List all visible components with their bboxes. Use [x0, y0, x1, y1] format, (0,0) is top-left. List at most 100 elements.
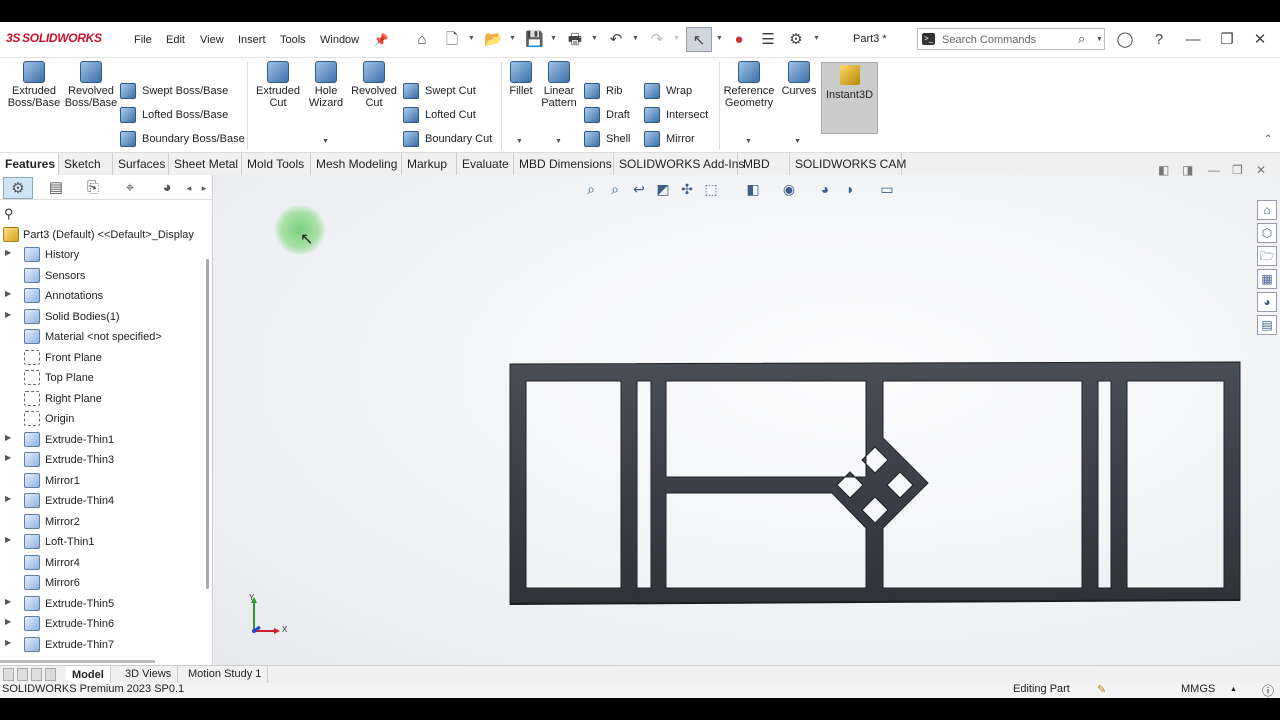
new-document-icon[interactable]: 🗋: [443, 31, 461, 49]
options-dropdown-icon[interactable]: ▼: [813, 35, 820, 42]
undo-dropdown-icon[interactable]: ▼: [632, 35, 639, 42]
zoom-to-area-icon[interactable]: ⌕: [606, 180, 624, 198]
print-icon[interactable]: 🖶: [566, 31, 584, 49]
first-tab-icon[interactable]: [3, 668, 14, 681]
configuration-manager-tab-icon[interactable]: ⎘: [78, 177, 108, 199]
tree-item[interactable]: Sensors: [0, 266, 205, 286]
tree-item[interactable]: Mirror4: [0, 553, 205, 573]
linear-pattern-dropdown-icon[interactable]: ▼: [555, 138, 562, 145]
tab-3d-views[interactable]: 3D Views: [119, 666, 179, 684]
expand-arrow-icon[interactable]: ▶: [5, 597, 11, 606]
dimxpert-tab-icon[interactable]: ⌖: [115, 177, 145, 199]
boundary-cut-button[interactable]: Boundary Cut: [403, 131, 492, 147]
boundary-boss-button[interactable]: Boundary Boss/Base: [120, 131, 245, 147]
previous-view-icon[interactable]: ↩: [630, 180, 648, 198]
expand-arrow-icon[interactable]: ▶: [5, 248, 11, 257]
display-style-icon[interactable]: ◧: [744, 180, 762, 198]
tree-item[interactable]: Front Plane: [0, 348, 205, 368]
tree-item[interactable]: Top Plane: [0, 368, 205, 388]
minimize-icon[interactable]: —: [1184, 31, 1202, 49]
expand-arrow-icon[interactable]: ▶: [5, 535, 11, 544]
menu-file[interactable]: File: [134, 34, 152, 46]
tab-sheet-metal[interactable]: Sheet Metal: [169, 153, 242, 175]
extruded-boss-button[interactable]: Extruded Boss/Base: [6, 61, 62, 109]
print-dropdown-icon[interactable]: ▼: [591, 35, 598, 42]
tab-scroll-right-icon[interactable]: ▸: [199, 177, 209, 199]
shell-button[interactable]: Shell: [584, 131, 630, 147]
feature-tree-tab-icon[interactable]: ⚙: [3, 177, 33, 199]
restore-icon[interactable]: ❐: [1218, 31, 1236, 49]
tree-item[interactable]: ▶ Extrude-Thin1: [0, 430, 205, 450]
menu-view[interactable]: View: [200, 34, 224, 46]
status-info-icon[interactable]: ⓘ: [1262, 682, 1274, 698]
tree-item[interactable]: ▶ Extrude-Thin3: [0, 450, 205, 470]
swept-boss-button[interactable]: Swept Boss/Base: [120, 83, 228, 99]
next-tab-icon[interactable]: [31, 668, 42, 681]
instant3d-button[interactable]: Instant3D: [821, 62, 878, 134]
lofted-boss-button[interactable]: Lofted Boss/Base: [120, 107, 228, 123]
edit-appearance-icon[interactable]: ◕: [816, 180, 834, 198]
tab-solidworks-cam[interactable]: SOLIDWORKS CAM: [790, 153, 906, 175]
dynamic-annotation-icon[interactable]: ✣: [678, 180, 696, 198]
tree-item[interactable]: ▶ Annotations: [0, 286, 205, 306]
units-dropdown-icon[interactable]: ▲: [1230, 686, 1237, 693]
file-explorer-icon[interactable]: 🗁: [1257, 246, 1277, 266]
tab-mbd[interactable]: MBD: [738, 153, 790, 175]
menu-insert[interactable]: Insert: [238, 34, 266, 46]
new-dropdown-icon[interactable]: ▼: [468, 35, 475, 42]
apply-scene-icon[interactable]: ◑: [840, 180, 858, 198]
file-properties-icon[interactable]: ☰: [759, 31, 777, 49]
tab-sketch[interactable]: Sketch: [59, 153, 113, 175]
tree-root-part[interactable]: Part3 (Default) <<Default>_Display: [0, 225, 205, 245]
home-icon[interactable]: ⌂: [413, 31, 431, 49]
tab-mesh-modeling[interactable]: Mesh Modeling: [311, 153, 402, 175]
redo-icon[interactable]: ↷: [648, 31, 666, 49]
viewport-restore-icon[interactable]: ❐: [1232, 163, 1243, 177]
reference-geometry-button[interactable]: Reference Geometry: [722, 61, 776, 109]
property-manager-tab-icon[interactable]: ▤: [41, 177, 71, 199]
hole-wizard-button[interactable]: Hole Wizard: [304, 61, 348, 109]
save-dropdown-icon[interactable]: ▼: [550, 35, 557, 42]
help-icon[interactable]: ?: [1150, 31, 1168, 49]
curves-button[interactable]: Curves: [780, 61, 818, 97]
tree-item[interactable]: ▶ Extrude-Thin4: [0, 491, 205, 511]
tree-item[interactable]: ▶ Extrude-Thin5: [0, 594, 205, 614]
tab-mbd-dimensions[interactable]: MBD Dimensions: [514, 153, 614, 175]
fillet-dropdown-icon[interactable]: ▼: [516, 138, 523, 145]
menu-tools[interactable]: Tools: [280, 34, 306, 46]
viewport-tile-right-icon[interactable]: ◨: [1182, 163, 1193, 177]
menu-edit[interactable]: Edit: [166, 34, 185, 46]
swept-cut-button[interactable]: Swept Cut: [403, 83, 476, 99]
expand-arrow-icon[interactable]: ▶: [5, 638, 11, 647]
tree-horizontal-scrollbar[interactable]: [0, 660, 155, 663]
viewport-tile-left-icon[interactable]: ◧: [1158, 163, 1169, 177]
account-icon[interactable]: ◯: [1116, 31, 1134, 49]
tree-item[interactable]: Mirror2: [0, 512, 205, 532]
tab-evaluate[interactable]: Evaluate: [457, 153, 514, 175]
solidworks-resources-icon[interactable]: ⌂: [1257, 200, 1277, 220]
tab-mold-tools[interactable]: Mold Tools: [242, 153, 311, 175]
linear-pattern-button[interactable]: Linear Pattern: [539, 61, 579, 109]
expand-arrow-icon[interactable]: ▶: [5, 453, 11, 462]
status-units[interactable]: MMGS: [1181, 683, 1215, 695]
tab-markup[interactable]: Markup: [402, 153, 457, 175]
window-frame-model[interactable]: [502, 354, 1246, 606]
appearances-icon[interactable]: ◕: [1257, 292, 1277, 312]
tree-item[interactable]: Mirror1: [0, 471, 205, 491]
select-icon[interactable]: ↖: [686, 27, 712, 52]
revolved-boss-button[interactable]: Revolved Boss/Base: [63, 61, 119, 109]
tab-solidworks-add-ins[interactable]: SOLIDWORKS Add-Ins: [614, 153, 744, 175]
options-gear-icon[interactable]: ⚙: [787, 31, 805, 49]
section-view-icon[interactable]: ◩: [654, 180, 672, 198]
search-commands-field[interactable]: >_ Search Commands ⌕ ▼: [917, 28, 1105, 50]
tab-model[interactable]: Model: [66, 666, 111, 684]
select-dropdown-icon[interactable]: ▼: [716, 35, 723, 42]
expand-arrow-icon[interactable]: ▶: [5, 289, 11, 298]
display-manager-tab-icon[interactable]: ◕: [152, 177, 182, 199]
close-icon[interactable]: ✕: [1251, 31, 1269, 49]
wrap-button[interactable]: Wrap: [644, 83, 692, 99]
prev-tab-icon[interactable]: [17, 668, 28, 681]
tree-item[interactable]: ▶ History: [0, 245, 205, 265]
tree-item[interactable]: ▶ Loft-Thin1: [0, 532, 205, 552]
search-icon[interactable]: ⌕: [1078, 31, 1085, 47]
